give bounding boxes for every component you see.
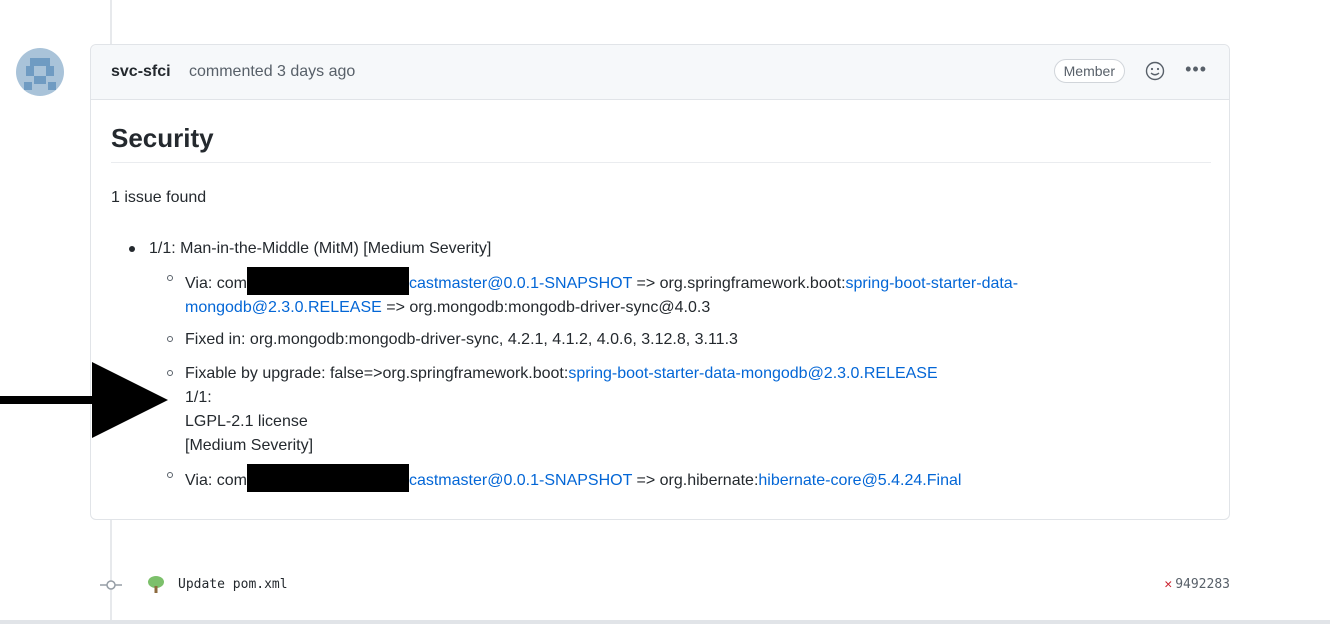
commit-sha[interactable]: ✕ 9492283 xyxy=(1164,577,1230,592)
issue-summary: 1 issue found xyxy=(111,189,207,206)
member-badge: Member xyxy=(1053,59,1125,83)
comment-timestamp[interactable]: commented 3 days ago xyxy=(189,63,355,81)
fail-icon[interactable]: ✕ xyxy=(1164,577,1172,592)
commit-icon xyxy=(100,580,122,590)
license-line: 1/1: xyxy=(185,389,212,406)
via-prefix: Via: com xyxy=(185,472,247,489)
dependency-link[interactable]: spring-boot-starter-data-mongodb@2.3.0.R… xyxy=(568,365,937,382)
list-item: Via: com castmaster@0.0.1-SNAPSHOT => org… xyxy=(129,464,1209,493)
commit-sha-text: 9492283 xyxy=(1175,577,1230,592)
dependency-link[interactable]: castmaster@0.0.1-SNAPSHOT xyxy=(409,472,632,489)
avatar[interactable] xyxy=(16,48,64,96)
comment-body: Security 1 issue found 1/1: Man-in-the-M… xyxy=(111,123,1211,492)
comment-box: svc-sfci commented 3 days ago Member •••… xyxy=(90,44,1230,520)
redaction-block xyxy=(246,464,409,492)
issue-list: 1/1: Man-in-the-Middle (MitM) [Medium Se… xyxy=(129,237,1209,493)
bullet-icon xyxy=(129,246,135,252)
dependency-link[interactable]: hibernate-core@5.4.24.Final xyxy=(758,472,961,489)
bottom-divider xyxy=(0,620,1330,624)
ellipsis-icon[interactable]: ••• xyxy=(1185,59,1207,80)
bullet-icon xyxy=(167,472,173,478)
fixable-text: Fixable by upgrade: false=>org.springfra… xyxy=(185,365,569,382)
list-item: 1/1: Man-in-the-Middle (MitM) [Medium Se… xyxy=(129,237,1209,261)
list-item: Via: com castmaster@0.0.1-SNAPSHOT => org… xyxy=(129,267,1209,320)
license-line: LGPL-2.1 license xyxy=(185,413,308,430)
via-text: => org.hibernate: xyxy=(632,472,759,489)
dependency-link[interactable]: castmaster@0.0.1-SNAPSHOT xyxy=(409,275,632,292)
commit-row: Update pom.xml ✕ 9492283 xyxy=(100,574,1230,598)
arrow-icon xyxy=(0,362,168,438)
tree-emoji-icon xyxy=(148,576,164,593)
list-item: Fixable by upgrade: false=>org.springfra… xyxy=(129,362,1209,458)
comment-author[interactable]: svc-sfci xyxy=(111,63,171,81)
via-text: => org.springframework.boot: xyxy=(632,275,846,292)
issue-title: 1/1: Man-in-the-Middle (MitM) [Medium Se… xyxy=(149,240,492,257)
bullet-icon xyxy=(167,275,173,281)
commit-message[interactable]: Update pom.xml xyxy=(178,577,288,592)
redaction-block xyxy=(246,267,409,295)
via-prefix: Via: com xyxy=(185,275,247,292)
smiley-icon[interactable] xyxy=(1145,61,1165,81)
bullet-icon xyxy=(167,336,173,342)
fixed-in-text: Fixed in: org.mongodb:mongodb-driver-syn… xyxy=(185,331,738,348)
list-item: Fixed in: org.mongodb:mongodb-driver-syn… xyxy=(129,328,1209,352)
via-text: => org.mongodb:mongodb-driver-sync@4.0.3 xyxy=(381,299,711,316)
license-line: [Medium Severity] xyxy=(185,437,314,454)
comment-header: svc-sfci commented 3 days ago Member ••• xyxy=(91,45,1229,100)
security-heading: Security xyxy=(111,123,1211,163)
